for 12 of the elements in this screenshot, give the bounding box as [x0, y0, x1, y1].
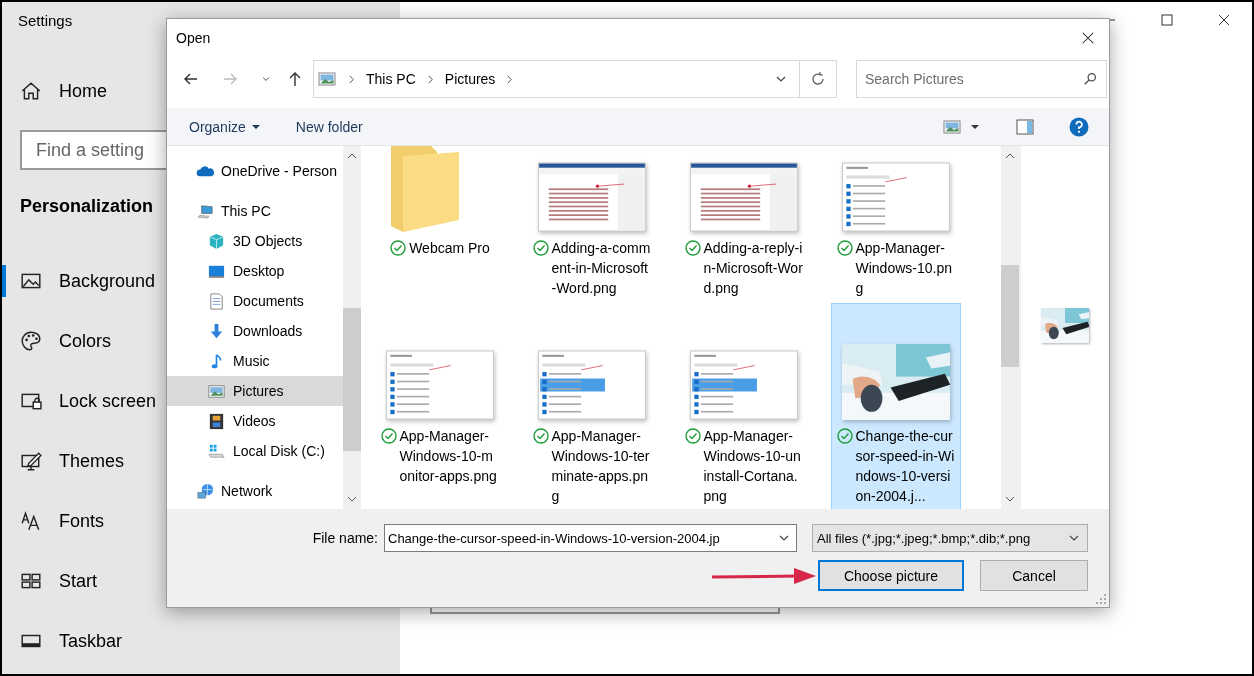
file-name: Adding-a-comment-in-Microsoft-Word.png — [551, 239, 652, 298]
window-title: Settings — [18, 12, 73, 31]
file-name: App-Manager-Windows-10-terminate-apps.png — [551, 427, 651, 506]
file-name: Change-the-cursor-speed-in-Windows-10-version-2004.j... — [855, 427, 956, 506]
file-name: App-Manager-Windows-10.png — [855, 239, 953, 298]
dialog-title: Open — [176, 29, 211, 46]
file-name-label: File name: — [312, 530, 378, 546]
file-name: Webcam Pro — [409, 239, 490, 258]
file-name: App-Manager-Windows-10-monitor-apps.png — [399, 427, 498, 486]
file-name: Adding-a-reply-in-Microsoft-Word.png — [703, 239, 804, 298]
section-heading: Personalization — [20, 196, 154, 218]
file-name: App-Manager-Windows-10-uninstall-Cortana.png — [703, 427, 802, 506]
